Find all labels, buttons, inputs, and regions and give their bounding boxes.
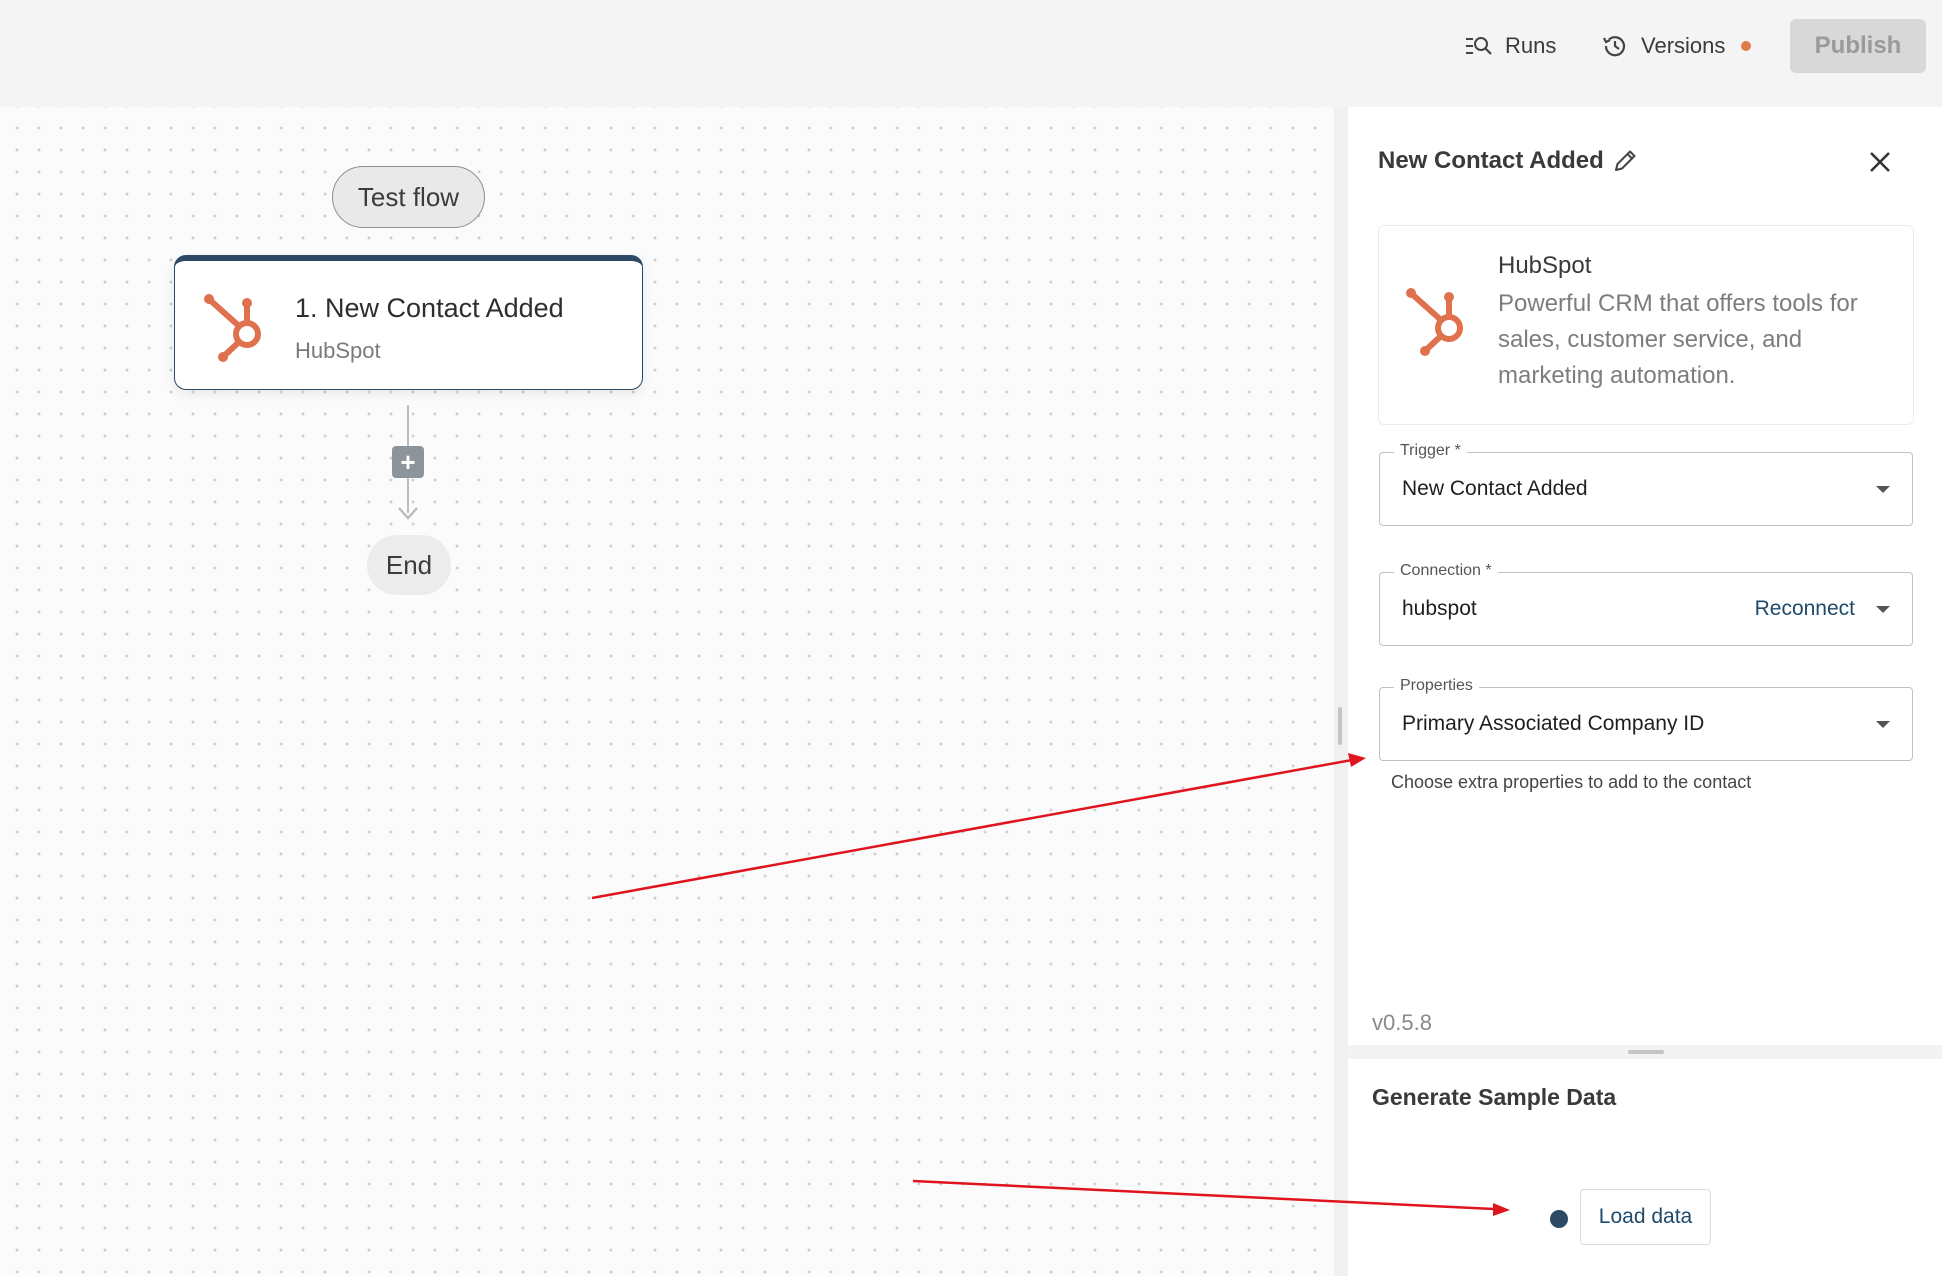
hubspot-icon	[204, 294, 261, 362]
properties-value: Primary Associated Company ID	[1402, 712, 1705, 735]
app-description: Powerful CRM that offers tools for sales…	[1498, 290, 1858, 389]
reconnect-button[interactable]: Reconnect	[1755, 597, 1855, 621]
runs-label: Runs	[1505, 33, 1557, 58]
vertical-resize-handle[interactable]	[1628, 1050, 1664, 1054]
dropdown-caret-icon[interactable]	[1876, 606, 1890, 613]
dropdown-caret-icon[interactable]	[1876, 486, 1890, 493]
properties-helper-text: Choose extra properties to add to the co…	[1391, 772, 1752, 792]
trigger-value: New Contact Added	[1402, 477, 1588, 500]
properties-select[interactable]: Properties Primary Associated Company ID	[1379, 677, 1913, 761]
end-node: End	[367, 535, 451, 595]
load-data-button[interactable]: Load data	[1580, 1189, 1711, 1245]
panel-title-text: New Contact Added	[1378, 147, 1604, 174]
publish-button[interactable]: Publish	[1790, 19, 1926, 73]
test-flow-button[interactable]: Test flow	[332, 166, 485, 228]
node-subtitle: HubSpot	[295, 338, 381, 363]
connection-value: hubspot	[1402, 597, 1477, 620]
top-bar: Runs Versions Publish	[0, 0, 1942, 107]
history-icon	[1603, 36, 1626, 57]
hubspot-logo-icon	[1406, 288, 1463, 356]
connection-label: Connection *	[1394, 562, 1498, 580]
versions-label: Versions	[1641, 33, 1726, 58]
dropdown-caret-icon[interactable]	[1876, 721, 1890, 728]
trigger-select[interactable]: Trigger * New Contact Added	[1379, 442, 1913, 526]
app-name: HubSpot	[1498, 252, 1592, 279]
properties-label: Properties	[1394, 677, 1479, 695]
runs-search-icon	[1466, 37, 1492, 55]
step-settings-panel: New Contact Added HubSpot Powerful CRM t…	[1348, 107, 1942, 1045]
node-title: 1. New Contact Added	[295, 293, 564, 323]
sample-data-title: Generate Sample Data	[1372, 1084, 1617, 1110]
versions-button[interactable]: Versions	[1601, 26, 1752, 66]
panel-resize-handle[interactable]	[1338, 707, 1342, 745]
status-dot	[1550, 1210, 1568, 1228]
trigger-node[interactable]: 1. New Contact Added HubSpot	[174, 255, 643, 390]
add-step-button[interactable]: +	[392, 446, 424, 478]
close-icon[interactable]	[1863, 145, 1897, 179]
sample-data-panel: Generate Sample Data Load data	[1348, 1059, 1942, 1276]
panel-title: New Contact Added	[1378, 147, 1638, 175]
unpublished-dot	[1741, 41, 1752, 51]
piece-version: v0.5.8	[1372, 1010, 1432, 1035]
edge-arrow-icon	[398, 507, 418, 520]
trigger-label: Trigger *	[1394, 442, 1467, 460]
edit-pencil-icon[interactable]	[1612, 148, 1638, 174]
canvas-panel-divider	[1334, 107, 1348, 1276]
app-info-card: HubSpot Powerful CRM that offers tools f…	[1378, 225, 1914, 425]
runs-button[interactable]: Runs	[1465, 26, 1556, 66]
connection-select[interactable]: Connection * hubspot Reconnect	[1379, 562, 1913, 646]
